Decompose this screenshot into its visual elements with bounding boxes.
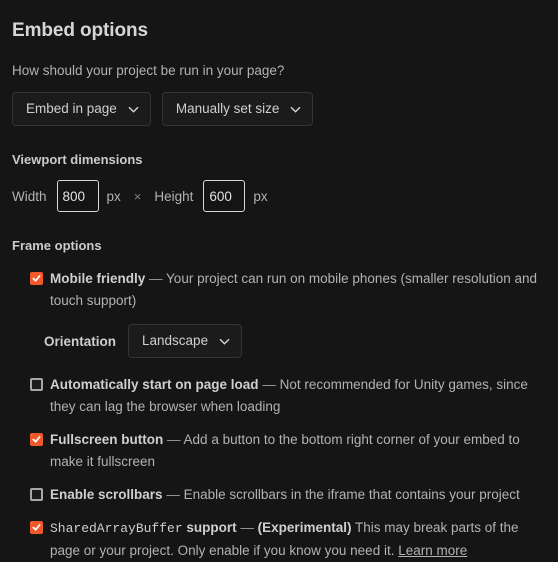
option-label: Fullscreen button (50, 432, 164, 447)
option-sharedarraybuffer: SharedArrayBuffer support — (Experimenta… (12, 517, 546, 562)
option-label: Mobile friendly (50, 271, 146, 286)
run-mode-select-row: Embed in page Manually set size (12, 92, 546, 126)
option-dash: — (166, 487, 180, 502)
width-unit: px (106, 188, 121, 204)
embed-mode-select[interactable]: Embed in page (12, 92, 151, 126)
orientation-row: Orientation Landscape (12, 324, 546, 358)
run-question-text: How should your project be run in your p… (12, 63, 285, 78)
size-mode-value: Manually set size (175, 101, 280, 116)
embed-options-panel: Embed options How should your project be… (0, 0, 558, 562)
frame-options-list: Mobile friendly — Your project can run o… (12, 268, 546, 562)
option-enable-scrollbars: Enable scrollbars — Enable scrollbars in… (12, 484, 546, 506)
option-label: Automatically start on page load (50, 377, 259, 392)
height-label: Height (154, 188, 194, 204)
option-label: Enable scrollbars (50, 487, 163, 502)
option-label-mono: SharedArrayBuffer (50, 521, 183, 536)
checkbox-mobile-friendly[interactable] (30, 272, 43, 285)
orientation-label: Orientation (44, 333, 117, 349)
dimension-separator: × (133, 188, 142, 204)
size-mode-select[interactable]: Manually set size (161, 92, 314, 126)
option-dash: — (149, 271, 163, 286)
option-enable-scrollbars-text: Enable scrollbars — Enable scrollbars in… (50, 484, 546, 506)
viewport-dimensions-label: Viewport dimensions (12, 152, 143, 167)
chevron-down-icon (290, 104, 301, 115)
option-mobile-friendly: Mobile friendly — Your project can run o… (12, 268, 546, 312)
frame-options-label: Frame options (12, 238, 102, 253)
orientation-select[interactable]: Landscape (128, 324, 243, 358)
option-auto-start: Automatically start on page load — Not r… (12, 374, 546, 418)
height-unit: px (253, 188, 268, 204)
learn-more-link[interactable]: Learn more (398, 543, 467, 558)
option-description: Enable scrollbars in the iframe that con… (183, 487, 520, 502)
width-input[interactable] (56, 180, 99, 212)
checkbox-fullscreen-button[interactable] (30, 433, 43, 446)
chevron-down-icon (128, 104, 139, 115)
page-title: Embed options (12, 20, 148, 41)
viewport-dimensions-row: Width px × Height px (12, 180, 546, 212)
embed-mode-value: Embed in page (26, 101, 117, 116)
option-mobile-friendly-text: Mobile friendly — Your project can run o… (50, 268, 546, 312)
option-auto-start-text: Automatically start on page load — Not r… (50, 374, 546, 418)
option-experimental-tag: (Experimental) (257, 520, 352, 535)
option-dash: — (262, 377, 276, 392)
option-label: support (186, 520, 237, 535)
checkbox-auto-start[interactable] (30, 378, 43, 391)
option-dash: — (240, 520, 254, 535)
option-dash: — (167, 432, 181, 447)
chevron-down-icon (219, 336, 230, 347)
orientation-value: Landscape (142, 333, 209, 348)
option-fullscreen-button-text: Fullscreen button — Add a button to the … (50, 429, 546, 473)
checkbox-enable-scrollbars[interactable] (30, 488, 43, 501)
option-fullscreen-button: Fullscreen button — Add a button to the … (12, 429, 546, 473)
width-label: Width (12, 188, 47, 204)
option-sharedarraybuffer-text: SharedArrayBuffer support — (Experimenta… (50, 517, 546, 562)
height-input[interactable] (203, 180, 246, 212)
checkbox-sharedarraybuffer[interactable] (30, 521, 43, 534)
